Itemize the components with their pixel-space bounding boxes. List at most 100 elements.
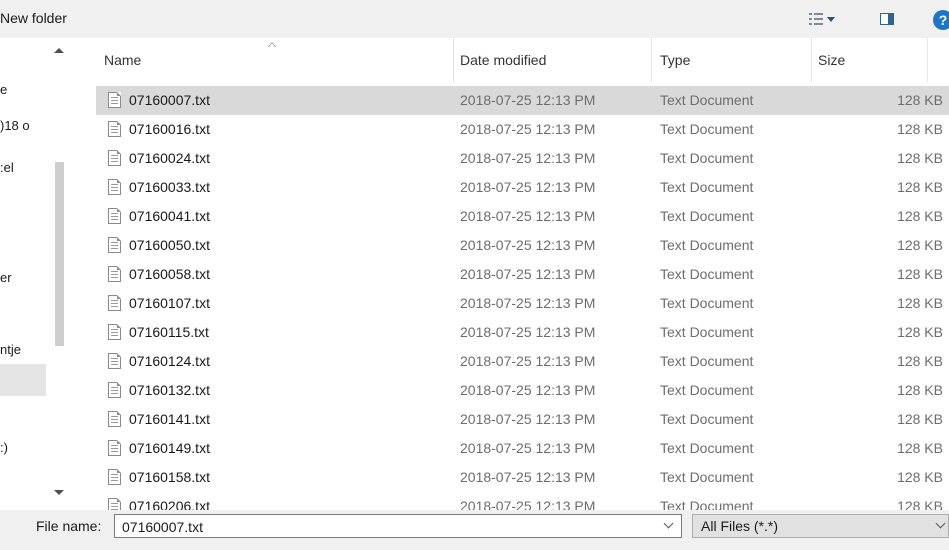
file-date-modified: 2018-07-25 12:13 PM — [460, 121, 596, 137]
preview-pane-icon[interactable] — [880, 13, 894, 25]
file-type: Text Document — [660, 411, 754, 427]
file-row[interactable]: 07160024.txt 2018-07-25 12:13 PM Text Docu… — [96, 144, 949, 173]
file-name: 07160149.txt — [129, 440, 210, 456]
file-type: Text Document — [660, 208, 754, 224]
column-type-header[interactable]: Type — [660, 52, 690, 68]
file-date-modified: 2018-07-25 12:13 PM — [460, 382, 596, 398]
view-options-icon — [809, 13, 823, 25]
text-file-icon — [108, 150, 121, 166]
file-date-modified: 2018-07-25 12:13 PM — [460, 411, 596, 427]
nav-item[interactable]: )18 o — [0, 118, 30, 133]
file-date-modified: 2018-07-25 12:13 PM — [460, 469, 596, 485]
nav-item[interactable]: :el — [0, 160, 14, 175]
file-size: 128 KB — [897, 295, 943, 311]
file-name: 07160024.txt — [129, 150, 210, 166]
scroll-thumb[interactable] — [55, 162, 64, 346]
file-row[interactable]: 07160115.txt 2018-07-25 12:13 PM Text Docu… — [96, 318, 949, 347]
nav-item[interactable]: e — [0, 82, 7, 97]
text-file-icon — [108, 121, 121, 137]
file-size: 128 KB — [897, 411, 943, 427]
file-row[interactable]: 07160016.txt 2018-07-25 12:13 PM Text Docu… — [96, 115, 949, 144]
column-divider[interactable] — [811, 38, 812, 82]
file-row[interactable]: 07160007.txt 2018-07-25 12:13 PM Text Docu… — [96, 86, 949, 115]
file-name: 07160016.txt — [129, 121, 210, 137]
file-date-modified: 2018-07-25 12:13 PM — [460, 353, 596, 369]
file-row[interactable]: 07160158.txt 2018-07-25 12:13 PM Text Docu… — [96, 463, 949, 492]
text-file-icon — [108, 208, 121, 224]
file-type: Text Document — [660, 440, 754, 456]
file-list: 07160007.txt 2018-07-25 12:13 PM Text Docu… — [80, 86, 949, 510]
file-date-modified: 2018-07-25 12:13 PM — [460, 92, 596, 108]
file-row[interactable]: 07160033.txt 2018-07-25 12:13 PM Text Docu… — [96, 173, 949, 202]
column-divider[interactable] — [927, 38, 928, 82]
file-size: 128 KB — [897, 150, 943, 166]
file-date-modified: 2018-07-25 12:13 PM — [460, 237, 596, 253]
file-name: 07160050.txt — [129, 237, 210, 253]
file-type: Text Document — [660, 92, 754, 108]
column-divider[interactable] — [651, 38, 652, 82]
file-type: Text Document — [660, 237, 754, 253]
file-type: Text Document — [660, 295, 754, 311]
file-row[interactable]: 07160050.txt 2018-07-25 12:13 PM Text Docu… — [96, 231, 949, 260]
file-row[interactable]: 07160149.txt 2018-07-25 12:13 PM Text Docu… — [96, 434, 949, 463]
file-name-field[interactable] — [114, 514, 682, 538]
file-name-input[interactable] — [120, 518, 644, 536]
file-row[interactable]: 07160124.txt 2018-07-25 12:13 PM Text Docu… — [96, 347, 949, 376]
nav-item[interactable]: :) — [0, 440, 8, 455]
file-date-modified: 2018-07-25 12:13 PM — [460, 208, 596, 224]
file-row[interactable]: 07160107.txt 2018-07-25 12:13 PM Text Docu… — [96, 289, 949, 318]
file-type: Text Document — [660, 179, 754, 195]
chevron-down-icon — [827, 17, 835, 22]
file-name: 07160206.txt — [129, 498, 210, 510]
new-folder-button[interactable]: New folder — [0, 10, 67, 26]
file-type: Text Document — [660, 382, 754, 398]
file-size: 128 KB — [897, 382, 943, 398]
column-date-header[interactable]: Date modified — [460, 52, 546, 68]
file-size: 128 KB — [897, 121, 943, 137]
file-row[interactable]: 07160041.txt 2018-07-25 12:13 PM Text Docu… — [96, 202, 949, 231]
file-row[interactable]: 07160206.txt 2018-07-25 12:13 PM Text Docu… — [96, 492, 949, 510]
file-row[interactable]: 07160141.txt 2018-07-25 12:13 PM Text Docu… — [96, 405, 949, 434]
column-divider[interactable] — [453, 38, 454, 82]
file-type-filter[interactable]: All Files (*.*) — [692, 514, 949, 538]
text-file-icon — [108, 179, 121, 195]
text-file-icon — [108, 266, 121, 282]
scroll-down-icon[interactable] — [54, 490, 64, 495]
help-icon[interactable]: ? — [933, 10, 949, 30]
file-name: 07160107.txt — [129, 295, 210, 311]
column-header: Name Date modified Type Size — [80, 38, 949, 82]
file-date-modified: 2018-07-25 12:13 PM — [460, 440, 596, 456]
text-file-icon — [108, 469, 121, 485]
text-file-icon — [108, 411, 121, 427]
file-type: Text Document — [660, 498, 754, 510]
file-name: 07160132.txt — [129, 382, 210, 398]
file-size: 128 KB — [897, 92, 943, 108]
file-row[interactable]: 07160132.txt 2018-07-25 12:13 PM Text Docu… — [96, 376, 949, 405]
file-size: 128 KB — [897, 324, 943, 340]
file-size: 128 KB — [897, 353, 943, 369]
nav-scrollbar[interactable] — [50, 38, 69, 510]
file-name: 07160033.txt — [129, 179, 210, 195]
text-file-icon — [108, 295, 121, 311]
view-options-button[interactable] — [809, 12, 839, 28]
text-file-icon — [108, 324, 121, 340]
text-file-icon — [108, 382, 121, 398]
file-size: 128 KB — [897, 469, 943, 485]
file-name: 07160007.txt — [129, 92, 210, 108]
file-name-dropdown[interactable] — [663, 518, 674, 531]
text-file-icon — [108, 498, 121, 510]
nav-item[interactable]: ntje — [0, 342, 21, 357]
file-size: 128 KB — [897, 266, 943, 282]
file-row[interactable]: 07160058.txt 2018-07-25 12:13 PM Text Docu… — [96, 260, 949, 289]
column-size-header[interactable]: Size — [818, 52, 845, 68]
chevron-down-icon — [663, 518, 674, 529]
file-name-label: File name: — [36, 518, 102, 534]
file-date-modified: 2018-07-25 12:13 PM — [460, 266, 596, 282]
file-date-modified: 2018-07-25 12:13 PM — [460, 150, 596, 166]
text-file-icon — [108, 92, 121, 108]
scroll-up-icon[interactable] — [54, 48, 64, 53]
sort-ascending-icon — [268, 42, 276, 47]
file-name: 07160058.txt — [129, 266, 210, 282]
column-name-header[interactable]: Name — [104, 52, 141, 68]
nav-item[interactable]: er — [0, 270, 12, 285]
